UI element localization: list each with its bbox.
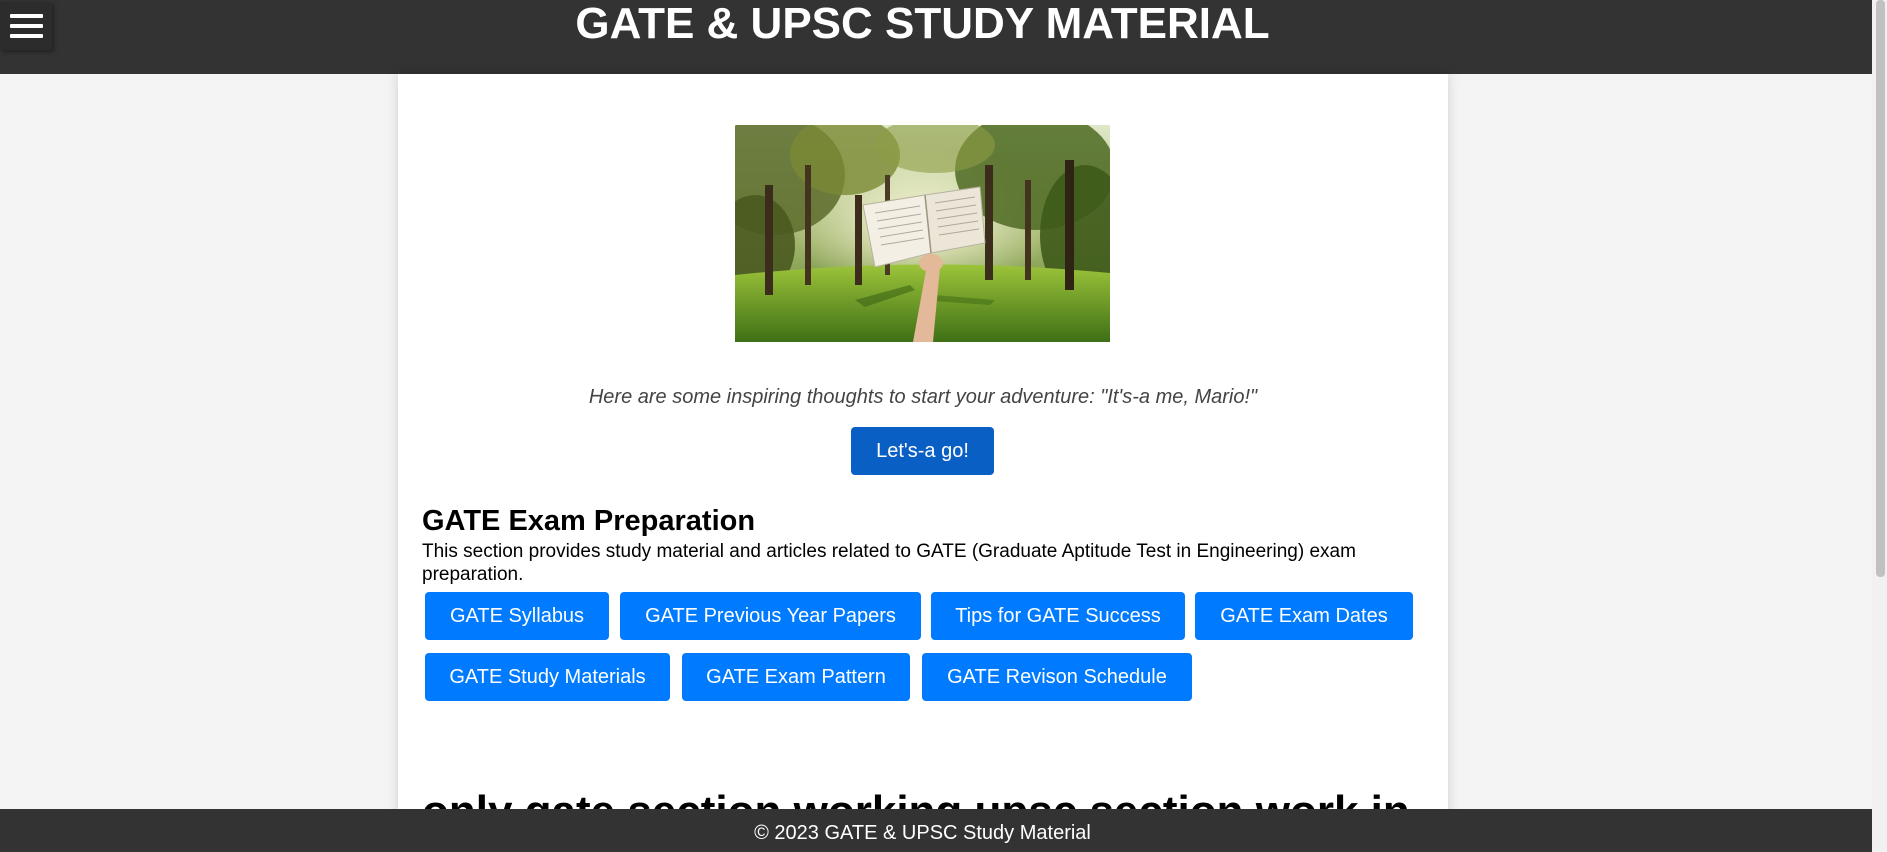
intro-quote: Here are some inspiring thoughts to star…: [588, 386, 1258, 408]
gate-study-materials-button[interactable]: GATE Study Materials: [425, 653, 670, 701]
footer-copyright: © 2023 GATE & UPSC Study Material: [754, 822, 1091, 844]
page: GATE & UPSC STUDY MATERIAL Here are some…: [0, 0, 1887, 852]
gate-previous-year-papers-button[interactable]: GATE Previous Year Papers: [620, 592, 921, 640]
gate-section-heading: GATE Exam Preparation: [422, 505, 756, 537]
main-content-card: Here are some inspiring thoughts to star…: [398, 74, 1448, 852]
vertical-scrollbar[interactable]: [1872, 0, 1887, 852]
gate-exam-pattern-button[interactable]: GATE Exam Pattern: [682, 653, 910, 701]
gate-section-description: This section provides study material and…: [422, 541, 1356, 585]
gate-exam-dates-button[interactable]: GATE Exam Dates: [1195, 592, 1413, 640]
site-title: GATE & UPSC STUDY MATERIAL: [575, 0, 1270, 48]
hero-image: [735, 125, 1110, 342]
lets-go-button[interactable]: Let's-a go!: [851, 427, 994, 475]
tips-for-gate-success-button[interactable]: Tips for GATE Success: [931, 592, 1185, 640]
site-header: GATE & UPSC STUDY MATERIAL: [0, 0, 1872, 74]
scrollbar-thumb[interactable]: [1876, 0, 1885, 577]
site-footer: © 2023 GATE & UPSC Study Material: [0, 809, 1872, 852]
gate-syllabus-button[interactable]: GATE Syllabus: [425, 592, 609, 640]
gate-revision-schedule-button[interactable]: GATE Revison Schedule: [922, 653, 1192, 701]
